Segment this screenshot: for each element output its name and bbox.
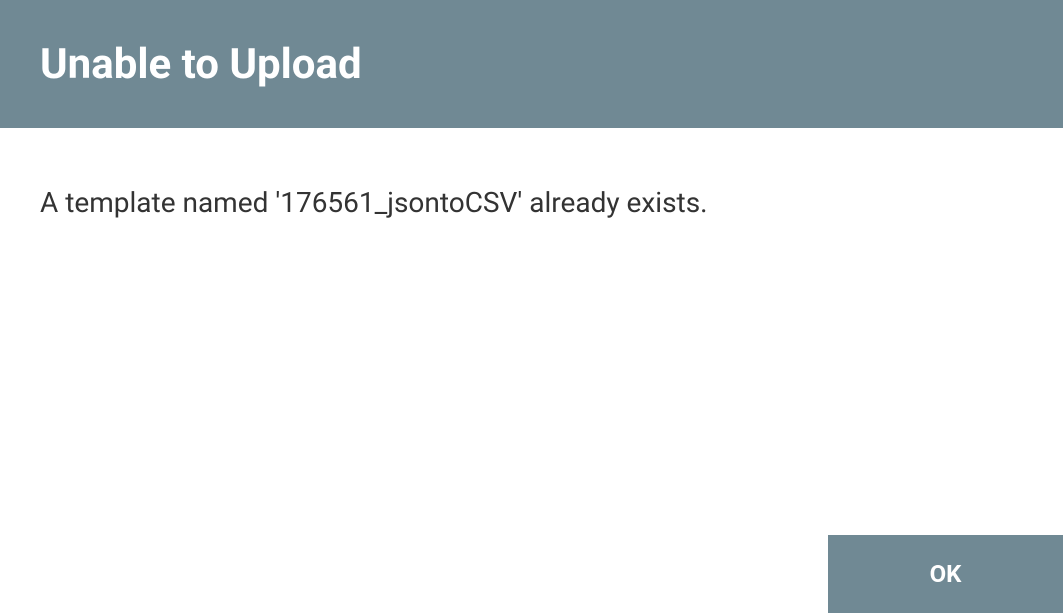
dialog-content: A template named '176561_jsontoCSV' alre… xyxy=(0,128,1063,535)
dialog-footer: OK xyxy=(0,535,1063,613)
ok-button[interactable]: OK xyxy=(828,535,1063,613)
dialog-header: Unable to Upload xyxy=(0,0,1063,128)
dialog-title: Unable to Upload xyxy=(40,40,362,89)
error-message: A template named '176561_jsontoCSV' alre… xyxy=(40,183,1023,222)
